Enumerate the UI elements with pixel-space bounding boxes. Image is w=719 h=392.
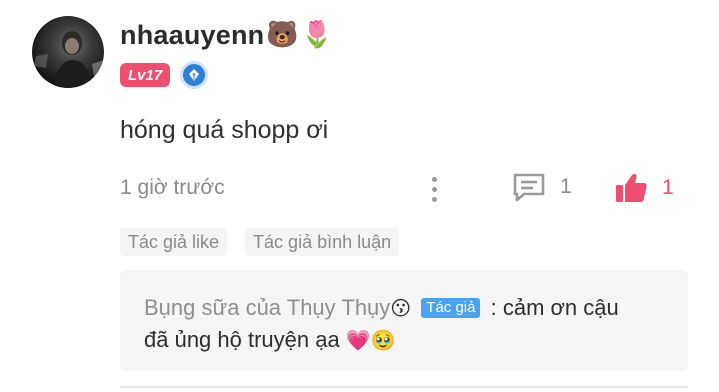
more-vertical-icon[interactable]: [420, 172, 448, 206]
bear-emoji: 🐻: [266, 20, 299, 50]
comment-actions: 1 giờ trước 1 1: [120, 172, 680, 206]
kissing-face-emoji: 😗: [390, 296, 412, 320]
reply-count: 1: [560, 175, 572, 198]
comment-text: hóng quá shopp ơi: [120, 116, 329, 144]
reply-text-start: : cảm ơn cậu: [490, 295, 619, 320]
reply-button[interactable]: 1: [512, 172, 572, 202]
author-tags: Tác giả like Tác giả bình luận: [120, 228, 400, 256]
reply-line-1: Bụng sữa của Thụy Thụy😗 Tác giả : cảm ơn…: [144, 292, 664, 324]
tulip-emoji: 🌷: [300, 20, 334, 50]
avatar[interactable]: [32, 16, 104, 88]
like-count: 1: [662, 176, 674, 199]
like-button[interactable]: 1: [614, 172, 674, 204]
comment-item: nhaauyenn 🐻 🌷 Lv17 hóng quá shopp ơi 1 g…: [0, 0, 719, 392]
timestamp: 1 giờ trước: [120, 176, 225, 199]
username[interactable]: nhaauyenn: [120, 20, 264, 51]
avatar-photo: [34, 31, 104, 88]
reply-text-end: đã ủng hộ truyện ạa: [144, 327, 340, 352]
comment-icon: [513, 173, 545, 202]
author-badge: Tác giả: [421, 298, 481, 318]
tag-author-like: Tác giả like: [120, 228, 228, 256]
reply-preview[interactable]: Bụng sữa của Thụy Thụy😗 Tác giả : cảm ơn…: [120, 270, 688, 371]
reply-line-2: đã ủng hộ truyện ạa 💗🥹: [144, 324, 664, 356]
level-badge: Lv17: [120, 63, 171, 87]
user-badges: Lv17: [120, 61, 209, 89]
thumbs-up-icon: [616, 173, 647, 202]
username-row: nhaauyenn 🐻 🌷: [120, 18, 333, 52]
fountain-pen-icon: [180, 61, 209, 89]
teary-face-emoji: 🥹: [370, 328, 396, 352]
pink-heart-emoji: 💗: [345, 328, 371, 352]
reply-author[interactable]: Bụng sữa của Thụy Thụy: [144, 295, 390, 320]
divider: [120, 386, 688, 388]
tag-author-reply: Tác giả bình luận: [245, 228, 400, 256]
